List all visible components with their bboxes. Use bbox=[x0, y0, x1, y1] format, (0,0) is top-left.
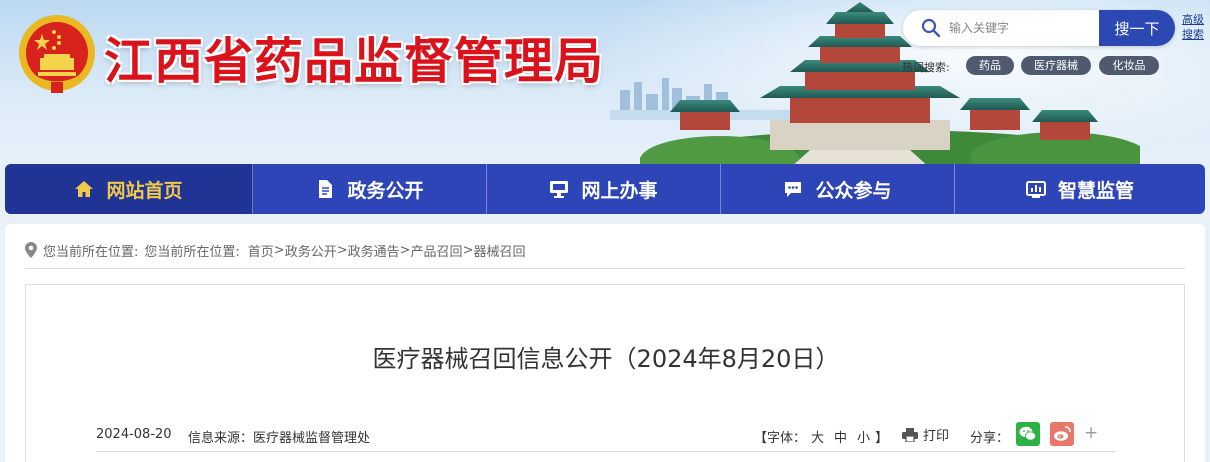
location-pin-icon bbox=[25, 242, 37, 258]
chat-icon bbox=[785, 182, 802, 197]
monitor-icon bbox=[550, 181, 569, 198]
search-button[interactable]: 搜一下 bbox=[1099, 10, 1175, 46]
nav-item-online-services[interactable]: 网上办事 bbox=[487, 164, 721, 214]
breadcrumb-home[interactable]: 首页 bbox=[248, 241, 274, 260]
breadcrumb-separator: > bbox=[336, 242, 348, 258]
breadcrumb-prefix-secondary: 您当前所在位置: bbox=[144, 244, 240, 260]
print-label: 打印 bbox=[923, 429, 950, 444]
font-size-controls: 【字体： 大中小】 bbox=[754, 427, 888, 446]
site-header: 江西省药品监督管理局 搜一下 高级搜索 热词搜索: 药品 医疗器械 化妆品 bbox=[0, 0, 1210, 170]
breadcrumb-prefix: 您当前所在位置: bbox=[43, 244, 139, 260]
search-input[interactable] bbox=[949, 10, 1099, 46]
content-panel: 您当前所在位置: 您当前所在位置: 首页 > 政务公开 > 政务通告 > 产品召… bbox=[5, 224, 1205, 462]
breadcrumb-separator: > bbox=[399, 242, 411, 258]
nav-item-smart-supervision[interactable]: 智慧监管 bbox=[955, 164, 1205, 214]
breadcrumb-separator: > bbox=[273, 242, 285, 258]
breadcrumb-separator: > bbox=[462, 242, 474, 258]
nav-item-label: 政务公开 bbox=[347, 179, 424, 202]
advanced-search-link[interactable]: 高级搜索 bbox=[1180, 12, 1206, 42]
wechat-icon bbox=[1019, 426, 1037, 441]
breadcrumb-government-affairs[interactable]: 政务公开 bbox=[285, 241, 337, 260]
font-size-large-button[interactable]: 大 bbox=[811, 431, 824, 446]
share-wechat-button[interactable] bbox=[1016, 422, 1040, 446]
national-emblem-logo bbox=[19, 15, 95, 93]
nav-item-label: 公众参与 bbox=[815, 179, 892, 202]
article-source: 信息来源：医疗器械监督管理处 bbox=[188, 431, 371, 446]
hot-tag-cosmetics[interactable]: 化妆品 bbox=[1099, 56, 1159, 75]
main-nav: 网站首页 政务公开 网上办事 公众参与 智慧监管 bbox=[5, 164, 1205, 214]
breadcrumb-device-recall[interactable]: 器械召回 bbox=[473, 241, 525, 260]
dashboard-icon bbox=[1025, 181, 1046, 198]
search-box: 搜一下 bbox=[903, 10, 1175, 46]
site-title: 江西省药品监督管理局 bbox=[104, 33, 605, 90]
nav-item-government-affairs[interactable]: 政务公开 bbox=[253, 164, 487, 214]
article-date: 2024-08-20 bbox=[96, 427, 172, 442]
printer-icon bbox=[902, 427, 918, 442]
nav-item-label: 网上办事 bbox=[581, 179, 658, 202]
article-title: 医疗器械召回信息公开（2024年8月20日） bbox=[372, 345, 840, 373]
article-container: 医疗器械召回信息公开（2024年8月20日） 2024-08-20 信息来源：医… bbox=[25, 284, 1185, 462]
print-button[interactable]: 打印 bbox=[902, 425, 949, 444]
font-size-medium-button[interactable]: 中 bbox=[834, 431, 847, 446]
breadcrumb: 您当前所在位置: 您当前所在位置: 首页 > 政务公开 > 政务通告 > 产品召… bbox=[25, 238, 525, 262]
breadcrumb-divider bbox=[25, 268, 1185, 269]
hot-tag-drugs[interactable]: 药品 bbox=[966, 56, 1014, 75]
nav-item-public-participation[interactable]: 公众参与 bbox=[721, 164, 955, 214]
font-size-small-button[interactable]: 小 bbox=[857, 431, 870, 446]
hot-tag-medical-devices[interactable]: 医疗器械 bbox=[1021, 56, 1091, 75]
nav-item-label: 网站首页 bbox=[106, 179, 183, 202]
weibo-icon bbox=[1054, 426, 1071, 441]
share-weibo-button[interactable] bbox=[1050, 422, 1074, 446]
home-icon bbox=[75, 181, 94, 197]
font-size-close: 】 bbox=[875, 431, 889, 446]
breadcrumb-notices[interactable]: 政务通告 bbox=[348, 241, 400, 260]
font-size-open: 【字体： bbox=[754, 431, 807, 446]
breadcrumb-product-recall[interactable]: 产品召回 bbox=[411, 241, 463, 260]
meta-divider bbox=[96, 451, 1116, 452]
share-label: 分享： bbox=[970, 431, 1010, 446]
share-more-button[interactable]: + bbox=[1084, 423, 1098, 443]
search-icon bbox=[921, 18, 941, 38]
nav-item-label: 智慧监管 bbox=[1057, 179, 1134, 202]
hot-search-label: 热词搜索: bbox=[902, 61, 950, 74]
document-icon bbox=[319, 180, 333, 198]
nav-item-home[interactable]: 网站首页 bbox=[5, 164, 253, 214]
